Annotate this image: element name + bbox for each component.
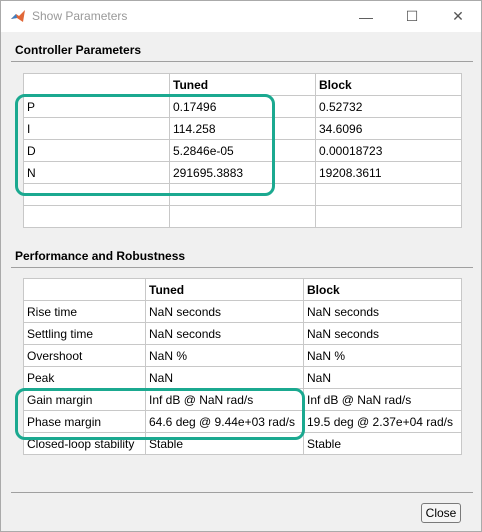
column-header: Block xyxy=(303,278,462,301)
column-header xyxy=(23,73,170,96)
table-cell[interactable]: NaN xyxy=(145,366,304,389)
table-row: Closed-loop stability Stable Stable xyxy=(23,432,462,455)
performance-title: Performance and Robustness xyxy=(15,249,186,263)
close-icon: ✕ xyxy=(452,8,464,24)
table-cell[interactable] xyxy=(169,205,316,228)
maximize-icon: ☐ xyxy=(405,8,419,24)
table-cell[interactable]: Inf dB @ NaN rad/s xyxy=(145,388,304,411)
table-row xyxy=(23,183,462,206)
controller-parameters-table: Tuned Block P 0.17496 0.52732 I 114.258 34.6096… xyxy=(23,73,462,228)
table-row: Phase margin 64.6 deg @ 9.44e+03 rad/s 19.… xyxy=(23,410,462,433)
row-label[interactable]: P xyxy=(23,95,170,118)
performance-header-row: Tuned Block xyxy=(23,278,462,301)
section-divider xyxy=(11,267,473,268)
table-row: Rise time NaN seconds NaN seconds xyxy=(23,300,462,323)
row-label[interactable]: Closed-loop stability xyxy=(23,432,146,455)
close-button[interactable]: Close xyxy=(421,503,461,523)
column-header xyxy=(23,278,146,301)
table-cell[interactable] xyxy=(315,183,462,206)
table-cell[interactable] xyxy=(315,205,462,228)
section-divider xyxy=(11,61,473,62)
row-label[interactable]: Phase margin xyxy=(23,410,146,433)
table-cell[interactable]: NaN seconds xyxy=(145,322,304,345)
performance-table: Tuned Block Rise time NaN seconds NaN second… xyxy=(23,278,462,455)
column-header: Tuned xyxy=(169,73,316,96)
table-cell[interactable]: NaN % xyxy=(145,344,304,367)
table-row: N 291695.3883 19208.3611 xyxy=(23,161,462,184)
table-row: I 114.258 34.6096 xyxy=(23,117,462,140)
row-label[interactable]: I xyxy=(23,117,170,140)
table-cell[interactable]: 19208.3611 xyxy=(315,161,462,184)
table-cell[interactable]: 34.6096 xyxy=(315,117,462,140)
table-cell[interactable]: NaN xyxy=(303,366,462,389)
title-bar[interactable]: Show Parameters — ☐ ✕ xyxy=(1,1,481,32)
table-row: Peak NaN NaN xyxy=(23,366,462,389)
close-window-button[interactable]: ✕ xyxy=(435,1,481,32)
table-row: Settling time NaN seconds NaN seconds xyxy=(23,322,462,345)
maximize-button[interactable]: ☐ xyxy=(389,1,435,32)
table-row: D 5.2846e-05 0.00018723 xyxy=(23,139,462,162)
table-cell[interactable]: Stable xyxy=(145,432,304,455)
row-label[interactable]: N xyxy=(23,161,170,184)
controller-parameters-title: Controller Parameters xyxy=(15,43,142,57)
table-cell[interactable]: Stable xyxy=(303,432,462,455)
table-cell[interactable]: 0.52732 xyxy=(315,95,462,118)
table-cell[interactable]: 5.2846e-05 xyxy=(169,139,316,162)
show-parameters-window: Show Parameters — ☐ ✕ Controller Paramet… xyxy=(0,0,482,532)
row-label[interactable] xyxy=(23,183,170,206)
window-title: Show Parameters xyxy=(32,9,128,23)
controller-header-row: Tuned Block xyxy=(23,73,462,96)
column-header: Tuned xyxy=(145,278,304,301)
table-cell[interactable]: 19.5 deg @ 2.37e+04 rad/s xyxy=(303,410,462,433)
row-label[interactable]: Rise time xyxy=(23,300,146,323)
table-cell[interactable]: 114.258 xyxy=(169,117,316,140)
row-label[interactable]: D xyxy=(23,139,170,162)
row-label[interactable]: Settling time xyxy=(23,322,146,345)
row-label[interactable]: Gain margin xyxy=(23,388,146,411)
table-cell[interactable]: 0.17496 xyxy=(169,95,316,118)
table-cell[interactable]: NaN seconds xyxy=(303,300,462,323)
table-cell[interactable]: 0.00018723 xyxy=(315,139,462,162)
table-cell[interactable]: NaN seconds xyxy=(145,300,304,323)
matlab-icon xyxy=(11,10,25,22)
table-cell[interactable]: 291695.3883 xyxy=(169,161,316,184)
table-cell[interactable] xyxy=(169,183,316,206)
table-cell[interactable]: Inf dB @ NaN rad/s xyxy=(303,388,462,411)
minimize-button[interactable]: — xyxy=(343,1,389,32)
row-label[interactable]: Overshoot xyxy=(23,344,146,367)
table-row xyxy=(23,205,462,228)
minimize-icon: — xyxy=(359,8,373,25)
column-header: Block xyxy=(315,73,462,96)
table-row: P 0.17496 0.52732 xyxy=(23,95,462,118)
row-label[interactable] xyxy=(23,205,170,228)
table-cell[interactable]: 64.6 deg @ 9.44e+03 rad/s xyxy=(145,410,304,433)
table-row: Overshoot NaN % NaN % xyxy=(23,344,462,367)
table-cell[interactable]: NaN % xyxy=(303,344,462,367)
footer-divider xyxy=(11,492,473,493)
table-cell[interactable]: NaN seconds xyxy=(303,322,462,345)
row-label[interactable]: Peak xyxy=(23,366,146,389)
table-row: Gain margin Inf dB @ NaN rad/s Inf dB @ Na… xyxy=(23,388,462,411)
